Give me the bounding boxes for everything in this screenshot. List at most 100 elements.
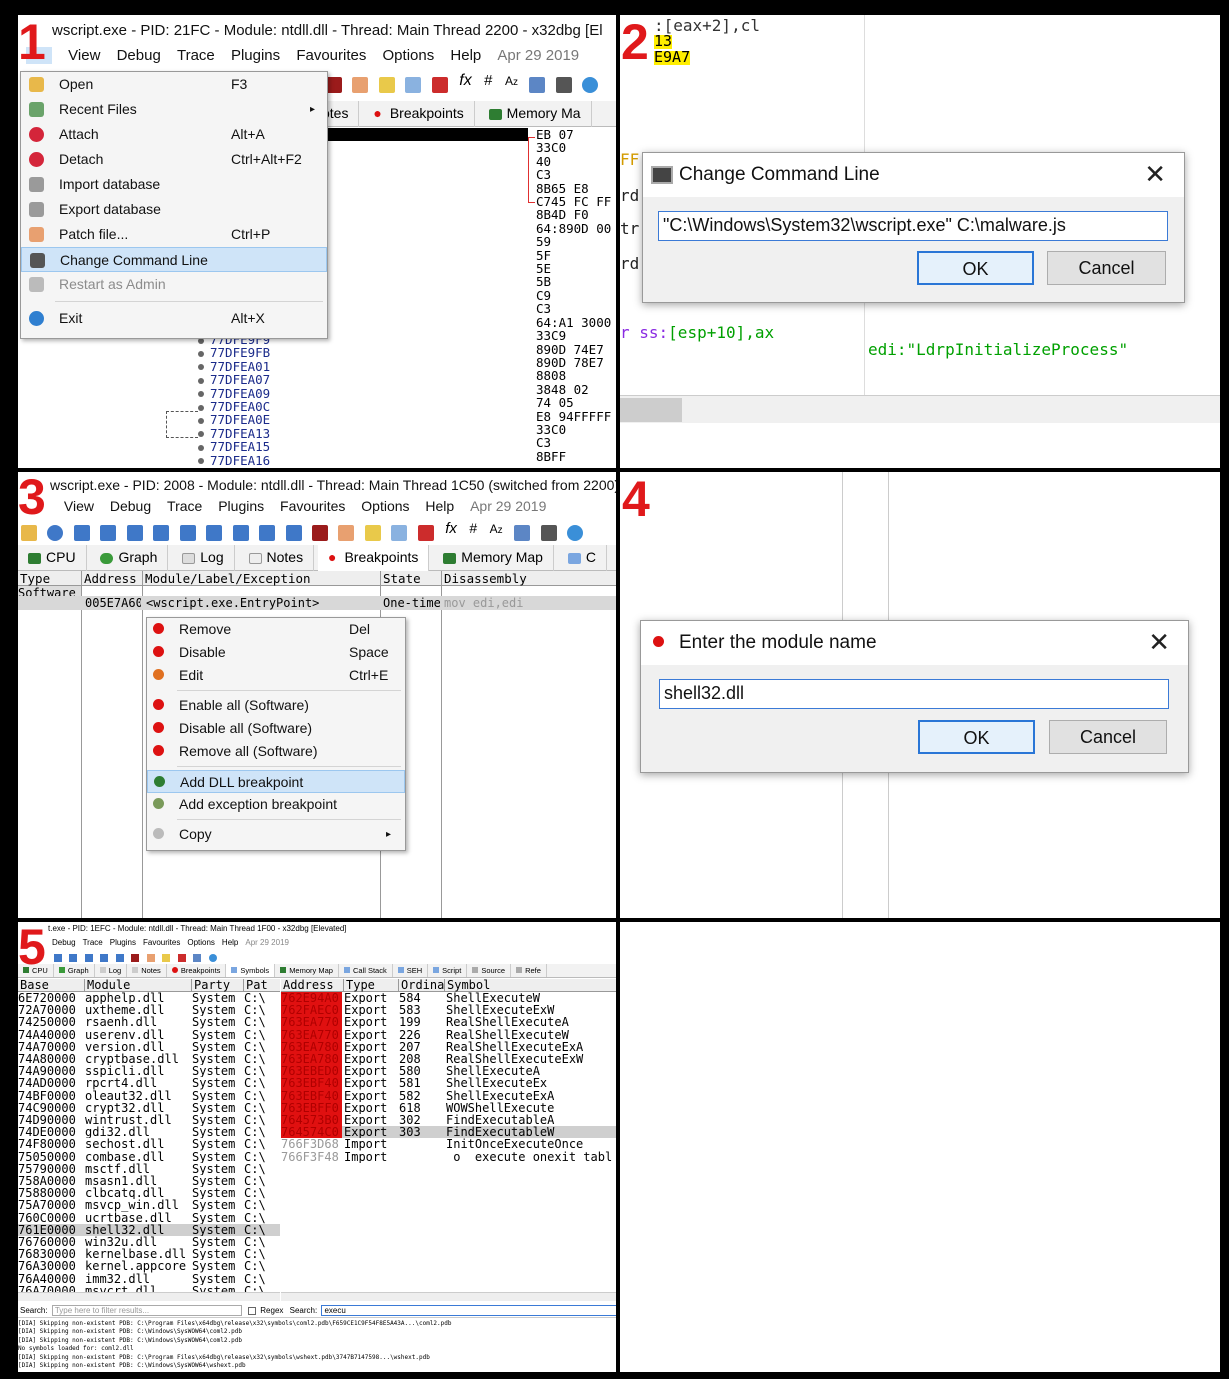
- table-row[interactable]: 763EBFF0 Export 618 WOWShellExecute: [281, 1101, 616, 1114]
- table-row[interactable]: 74A40000 userenv.dll System C:\: [18, 1029, 280, 1041]
- menu-item-attach[interactable]: Attach Alt+A: [21, 122, 327, 147]
- globe-icon[interactable]: [582, 77, 599, 93]
- col-address[interactable]: Address: [281, 979, 334, 992]
- label-icon[interactable]: [391, 525, 408, 541]
- comment-icon[interactable]: [162, 954, 171, 962]
- table-row[interactable]: 763EA780 Export 207 RealShellExecuteExA: [281, 1040, 616, 1053]
- tab-callstack[interactable]: C: [558, 545, 607, 571]
- bookmark-icon[interactable]: [417, 525, 434, 541]
- table-row[interactable]: 74A70000 version.dll System C:\: [18, 1041, 280, 1053]
- menu-item-detach[interactable]: Detach Ctrl+Alt+F2: [21, 147, 327, 172]
- address-row[interactable]: 77DFEA09: [198, 386, 270, 400]
- calculator-icon[interactable]: [529, 77, 546, 93]
- table-row[interactable]: 72A70000 uxtheme.dll System C:\: [18, 1004, 280, 1016]
- table-row[interactable]: 764574C0 Export 303 FindExecutableW: [281, 1126, 616, 1139]
- breakpoint-dot-icon[interactable]: [198, 404, 204, 411]
- tab-log[interactable]: Log: [95, 964, 128, 977]
- table-row[interactable]: 75790000 msctf.dll System C:\: [18, 1163, 280, 1175]
- menu-options[interactable]: Options: [383, 47, 435, 64]
- col-disassembly[interactable]: Disassembly: [441, 571, 527, 586]
- table-row[interactable]: 74A80000 cryptbase.dll System C:\: [18, 1053, 280, 1065]
- table-row[interactable]: 763EA770 Export 226 RealShellExecuteW: [281, 1028, 616, 1041]
- menu-view[interactable]: View: [68, 47, 100, 64]
- table-row[interactable]: 763EA780 Export 208 RealShellExecuteExW: [281, 1053, 616, 1066]
- tab-log[interactable]: Log: [172, 545, 235, 571]
- menu-options[interactable]: Options: [361, 498, 409, 514]
- font-icon[interactable]: Az: [490, 522, 503, 536]
- calculator-icon[interactable]: [193, 954, 202, 962]
- table-row[interactable]: 763EA770 Export 199 RealShellExecuteA: [281, 1016, 616, 1029]
- table-row[interactable]: 758A0000 msasn1.dll System C:\: [18, 1175, 280, 1187]
- restart-icon[interactable]: [47, 525, 64, 541]
- tab-memory-map[interactable]: Memory Ma: [479, 101, 592, 127]
- tab-notes[interactable]: Notes: [239, 545, 315, 571]
- menu-item[interactable]: Options: [187, 938, 215, 947]
- menu-item[interactable]: Debug: [52, 938, 76, 947]
- tab-seh[interactable]: SEH: [393, 964, 429, 977]
- table-row[interactable]: 764573B0 Export 302 FindExecutableA: [281, 1114, 616, 1127]
- breakpoint-dot-icon[interactable]: [198, 377, 204, 384]
- globe-icon[interactable]: [208, 954, 217, 962]
- address-row[interactable]: 77DFEA15: [198, 440, 270, 453]
- ok-button[interactable]: OK: [917, 251, 1034, 285]
- col-type[interactable]: Type: [343, 979, 375, 992]
- scrollbar[interactable]: [620, 395, 1220, 423]
- stop-icon[interactable]: [326, 77, 342, 93]
- tab-notes[interactable]: Notes: [127, 964, 167, 977]
- scylla-icon[interactable]: [311, 525, 328, 541]
- scrollbar-thumb[interactable]: [620, 398, 682, 422]
- menu-item-disable-all-software[interactable]: Disable all (Software): [147, 717, 405, 740]
- col-module[interactable]: Module/Label/Exception: [142, 571, 311, 586]
- module-name-input[interactable]: shell32.dll: [659, 679, 1169, 709]
- pause-icon[interactable]: [69, 954, 78, 962]
- table-row[interactable]: 74C90000 crypt32.dll System C:\: [18, 1102, 280, 1114]
- table-row[interactable]: 762FAEC0 Export 583 ShellExecuteExW: [281, 1004, 616, 1017]
- col-address[interactable]: Address: [81, 571, 137, 586]
- globe-icon[interactable]: [567, 525, 583, 541]
- table-row[interactable]: 763EBED0 Export 580 ShellExecuteA: [281, 1065, 616, 1078]
- menu-item-enable-all-software[interactable]: Enable all (Software): [147, 694, 405, 717]
- table-row[interactable]: 76830000 kernelbase.dll System C:\: [18, 1248, 280, 1260]
- trace-over-icon[interactable]: [232, 525, 249, 541]
- command-line-input[interactable]: "C:\Windows\System32\wscript.exe" C:\mal…: [658, 211, 1168, 241]
- col-type[interactable]: Type: [18, 571, 50, 586]
- tab-memory-map[interactable]: Memory Map: [433, 545, 554, 571]
- bookmark-icon[interactable]: [431, 77, 448, 93]
- menu-item-open[interactable]: Open F3: [21, 72, 327, 97]
- address-row[interactable]: 77DFEA16: [198, 453, 270, 467]
- tab-breakpoints[interactable]: Breakpoints: [167, 964, 227, 977]
- hash-icon[interactable]: #: [469, 520, 477, 536]
- ok-button[interactable]: OK: [918, 720, 1035, 754]
- menu-help[interactable]: Help: [425, 498, 454, 514]
- tab-source[interactable]: Source: [467, 964, 512, 977]
- table-row[interactable]: 005E7A60 <wscript.exe.EntryPoint> One-ti…: [18, 596, 616, 610]
- stop-icon[interactable]: [73, 525, 90, 541]
- close-icon[interactable]: ✕: [1148, 627, 1170, 658]
- patch-icon[interactable]: [146, 954, 155, 962]
- tab-call-stack[interactable]: Call Stack: [339, 964, 393, 977]
- function-icon[interactable]: fx: [445, 520, 457, 537]
- menu-trace[interactable]: Trace: [177, 47, 215, 64]
- trace-icon[interactable]: [115, 954, 124, 962]
- modules-hscroll[interactable]: [18, 1292, 280, 1301]
- menu-help[interactable]: Help: [450, 47, 481, 64]
- table-row[interactable]: 74A90000 sspicli.dll System C:\: [18, 1065, 280, 1077]
- col-party[interactable]: Party: [191, 979, 230, 992]
- menu-favourites[interactable]: Favourites: [296, 47, 366, 64]
- table-row[interactable]: 74250000 rsaenh.dll System C:\: [18, 1016, 280, 1028]
- tab-memory-map[interactable]: Memory Map: [275, 964, 339, 977]
- menu-plugins[interactable]: Plugins: [231, 47, 280, 64]
- comment-icon[interactable]: [364, 525, 381, 541]
- address-row[interactable]: 77DFEA0E: [198, 413, 270, 427]
- patch-icon[interactable]: [352, 77, 369, 93]
- menu-item-edit[interactable]: Edit Ctrl+E: [147, 664, 405, 687]
- run-icon[interactable]: [54, 954, 62, 962]
- table-row[interactable]: 763EBF40 Export 582 ShellExecuteExA: [281, 1089, 616, 1102]
- menu-favourites[interactable]: Favourites: [280, 498, 345, 514]
- symbol-search-input[interactable]: execu: [321, 1305, 616, 1317]
- col-ordinal[interactable]: Ordina: [398, 979, 444, 992]
- symbols-hscroll[interactable]: [281, 1292, 616, 1301]
- comment-icon[interactable]: [378, 77, 395, 93]
- patch-icon[interactable]: [338, 525, 355, 541]
- label-icon[interactable]: [405, 77, 422, 93]
